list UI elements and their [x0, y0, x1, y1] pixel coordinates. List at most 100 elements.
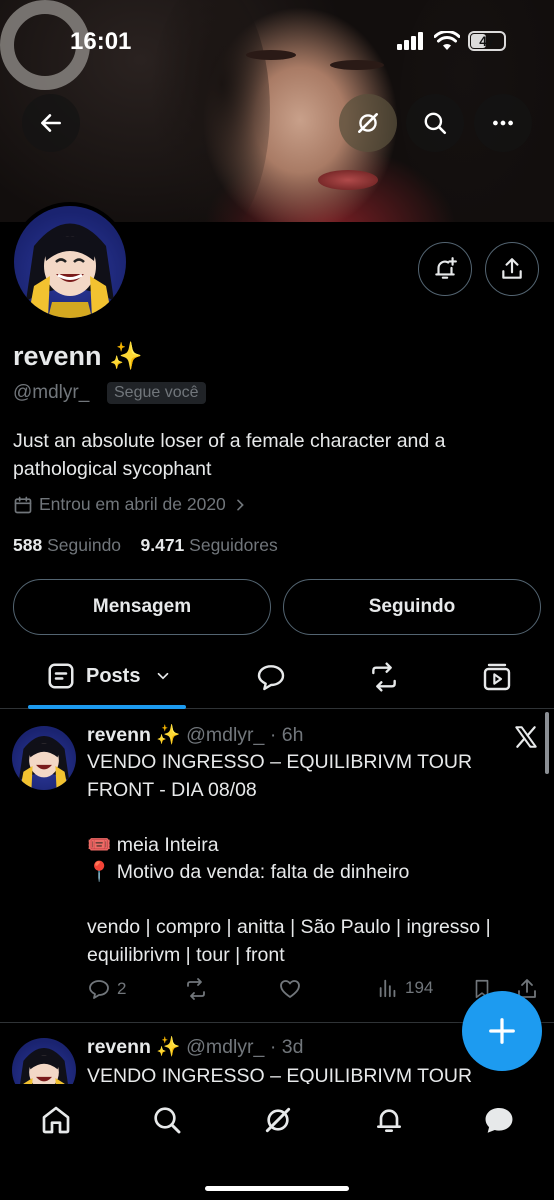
status-bar: 16:01 47	[0, 22, 554, 62]
post-time: · 3d	[269, 1036, 304, 1058]
nav-grok[interactable]	[258, 1100, 298, 1140]
post-author-emoji: ✨	[156, 1036, 181, 1058]
home-icon	[42, 1106, 70, 1134]
cellular-signal-icon	[397, 32, 423, 50]
compose-button[interactable]	[462, 991, 542, 1071]
search-icon	[424, 112, 447, 135]
tab-replies[interactable]	[255, 661, 287, 698]
compose-icon	[489, 1018, 515, 1044]
repost-tab-icon	[372, 662, 396, 692]
grok-button[interactable]	[339, 94, 397, 152]
home-indicator[interactable]	[205, 1186, 349, 1191]
post-item[interactable]: revenn ✨ @mdlyr_ · 6h VENDO INGRESSO – E…	[0, 712, 554, 1022]
avatar-image	[14, 206, 126, 318]
joined-date[interactable]: Entrou em abril de 2020	[13, 494, 248, 515]
reply-button[interactable]: 2	[87, 977, 126, 1001]
scrollbar[interactable]	[545, 712, 549, 774]
views-count: 194	[405, 978, 434, 997]
post-text: VENDO INGRESSO – EQUILIBRIVM TOUR	[87, 1063, 527, 1084]
notifications-subscribe-button[interactable]	[418, 242, 472, 296]
post-text-line	[87, 804, 527, 832]
explore-icon	[154, 1107, 181, 1134]
repost-icon	[187, 978, 205, 1000]
status-time: 16:01	[70, 28, 132, 55]
search-button[interactable]	[406, 94, 464, 152]
grok-icon	[358, 113, 378, 133]
tab-reposts[interactable]	[367, 661, 401, 698]
post-text-line: VENDO INGRESSO – EQUILIBRIVM TOUR	[87, 1065, 473, 1084]
more-icon	[493, 120, 513, 126]
calendar-icon	[14, 496, 32, 513]
post-author-name[interactable]: revenn	[87, 724, 151, 746]
grok-nav-icon	[265, 1107, 291, 1133]
joined-date-text: Entrou em abril de 2020	[39, 494, 226, 514]
tab-posts[interactable]: Posts	[46, 661, 172, 691]
like-button[interactable]	[278, 977, 302, 1001]
x-logo-icon	[515, 726, 537, 748]
following-label: Seguindo	[47, 535, 122, 555]
post-time: · 6h	[269, 724, 304, 746]
banner-lips	[318, 170, 378, 190]
post-text: VENDO INGRESSO – EQUILIBRIVM TOUR FRONT …	[87, 749, 527, 969]
message-button[interactable]: Mensagem	[13, 579, 271, 635]
post-text-line: 📍 Motivo da venda: falta de dinheiro	[87, 861, 410, 883]
post-text-line	[87, 887, 527, 915]
profile-bio: Just an absolute loser of a female chara…	[13, 430, 446, 480]
followers-label: Seguidores	[189, 535, 278, 555]
nav-explore[interactable]	[147, 1100, 187, 1140]
share-icon	[502, 258, 522, 279]
repost-button[interactable]	[183, 977, 209, 1001]
profile-name-text: revenn	[13, 341, 102, 371]
chevron-right-icon	[236, 499, 244, 510]
views-icon	[379, 979, 396, 998]
follows-you-badge: Segue você	[107, 382, 206, 404]
following-button[interactable]: Seguindo	[283, 579, 541, 635]
notifications-icon	[377, 1109, 401, 1132]
post-tab-icon	[48, 663, 74, 689]
chevron-down-icon	[158, 672, 169, 680]
profile-name: revenn ✨	[13, 340, 143, 372]
battery-indicator: 47	[468, 31, 506, 51]
followers-link[interactable]: 9.471 Seguidores	[141, 535, 278, 555]
notification-add-icon	[435, 257, 457, 279]
post-header: revenn ✨ @mdlyr_ · 3d	[87, 1035, 303, 1059]
following-link[interactable]: 588 Seguindo	[13, 535, 121, 555]
battery-level: 47	[479, 33, 495, 49]
tab-posts-underline	[28, 705, 186, 709]
post-text-line: vendo | compro | anitta | São Paulo | in…	[87, 916, 491, 938]
nav-home[interactable]	[36, 1100, 76, 1140]
post-text-line: 🎟️ meia Inteira	[87, 833, 219, 856]
reply-tab-icon	[257, 665, 285, 691]
post-author-handle[interactable]: @mdlyr_	[186, 724, 264, 746]
wifi-icon	[434, 31, 460, 50]
views-button[interactable]: 194	[377, 977, 433, 999]
following-count: 588	[13, 535, 43, 555]
post-author-emoji: ✨	[156, 724, 181, 746]
post-author-handle[interactable]: @mdlyr_	[186, 1036, 264, 1058]
like-icon	[280, 980, 300, 998]
nav-messages[interactable]	[479, 1100, 519, 1140]
back-arrow-icon	[41, 114, 61, 132]
profile-tabs: Posts	[0, 645, 554, 709]
post-author-name[interactable]: revenn	[87, 1036, 151, 1058]
post-header: revenn ✨ @mdlyr_ · 6h	[87, 723, 303, 747]
post-text-line: VENDO INGRESSO – EQUILIBRIVM TOUR	[87, 751, 473, 773]
reply-count: 2	[117, 979, 127, 998]
post-text-line: equilibrivm | tour | front	[87, 943, 285, 966]
bottom-navigation	[0, 1084, 554, 1200]
profile-name-emoji: ✨	[109, 341, 143, 371]
nav-notifications[interactable]	[369, 1100, 409, 1140]
post-author-avatar[interactable]	[12, 1038, 76, 1084]
profile-stats: 588 Seguindo 9.471 Seguidores	[13, 535, 278, 556]
messages-icon	[485, 1107, 513, 1133]
post-author-avatar[interactable]	[12, 726, 76, 790]
profile-handle: @mdlyr_	[13, 382, 90, 403]
tab-media[interactable]	[481, 661, 513, 698]
back-button[interactable]	[22, 94, 80, 152]
profile-avatar[interactable]	[10, 202, 130, 322]
tab-posts-label: Posts	[86, 664, 141, 687]
reply-icon	[89, 980, 109, 999]
media-tab-icon	[483, 663, 511, 691]
more-button[interactable]	[474, 94, 532, 152]
share-profile-button[interactable]	[485, 242, 539, 296]
